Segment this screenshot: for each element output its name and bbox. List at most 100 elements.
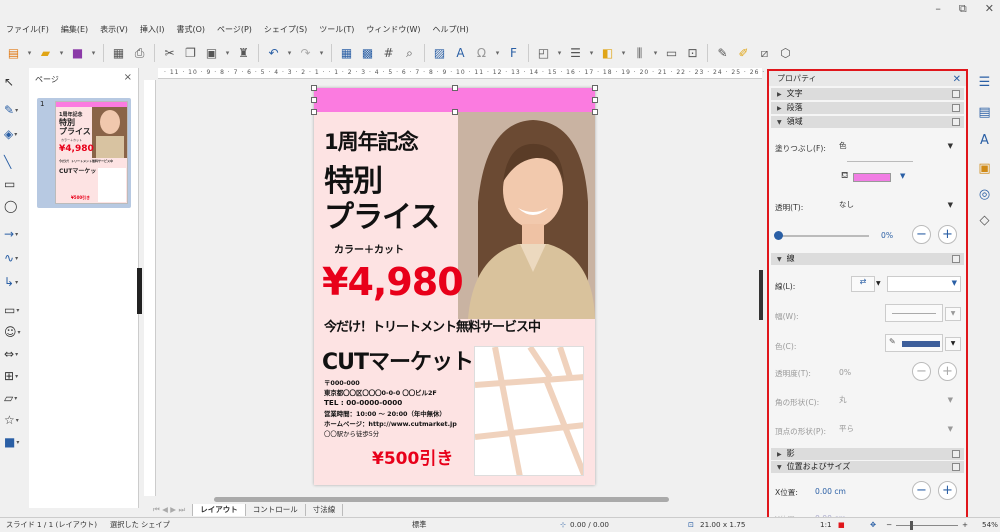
transformations-icon[interactable]: ◰ [534,44,553,63]
transparency-increase-button[interactable]: + [938,225,957,244]
callouts-icon[interactable]: ▱ ▾ [4,388,26,408]
status-ratio[interactable]: 1:1 [820,520,832,529]
fill-color-swatch[interactable] [853,173,891,182]
arrange-dropdown-icon[interactable]: ▾ [619,44,628,63]
sidebar-collapse-handle[interactable] [759,270,763,320]
new-dropdown-icon[interactable]: ▾ [25,44,34,63]
section-character[interactable]: ▶ 文字 [771,88,964,100]
line-transparency-value[interactable]: 0% [839,368,851,377]
menu-page[interactable]: ページ(P) [217,24,252,35]
special-char-dropdown-icon[interactable]: ▾ [493,44,502,63]
menu-format[interactable]: 書式(O) [176,24,205,35]
shadow-icon[interactable]: ▭ [662,44,681,63]
menu-edit[interactable]: 編集(E) [61,24,88,35]
open-dropdown-icon[interactable]: ▾ [57,44,66,63]
pages-panel-close-icon[interactable]: × [124,72,132,83]
undo-icon[interactable]: ↶ [264,44,283,63]
transparency-slider-thumb[interactable] [774,231,783,240]
gallery-tab-icon[interactable]: ▣ [975,159,994,178]
copy-icon[interactable]: ❐ [181,44,200,63]
block-arrows-icon[interactable]: ⇔ ▾ [4,344,26,364]
fill-color-dropdown-icon[interactable]: ▼ [900,172,905,180]
woman-photo[interactable] [458,112,595,319]
curve-tool-icon[interactable]: ∿ ▾ [4,248,26,268]
shapes-tab-icon[interactable]: ◇ [975,211,994,230]
arrow-style-dropdown-icon[interactable]: ▼ [876,280,881,287]
redo-icon[interactable]: ↷ [296,44,315,63]
distribute-dropdown-icon[interactable]: ▾ [651,44,660,63]
section-position-size[interactable]: ▼ 位置およびサイズ [771,461,964,473]
tab-controls[interactable]: コントロール [246,503,306,516]
zoom-slider-thumb[interactable] [910,521,913,530]
line-transparency-decrease-button[interactable]: − [912,362,931,381]
line-tool-icon[interactable]: ╲ [4,152,26,172]
line-width-dropdown-icon[interactable]: ▼ [945,307,961,321]
line-transparency-increase-button[interactable]: + [938,362,957,381]
horizontal-scrollbar[interactable] [214,497,669,502]
connector-tool-icon[interactable]: ↳ ▾ [4,272,26,292]
image-icon[interactable]: ▨ [430,44,449,63]
points-icon[interactable]: ✎ [713,44,732,63]
selection-handle-ml[interactable] [311,97,317,103]
3d-objects-icon[interactable]: ■ ▾ [4,432,26,452]
section-area[interactable]: ▼ 領域 [771,116,964,128]
sidebar-close-icon[interactable]: ✕ [953,72,961,87]
crop-icon[interactable]: ⊡ [683,44,702,63]
select-tool-icon[interactable]: ↖ [4,72,26,92]
selection-handle-tr[interactable] [592,85,598,91]
restore-button[interactable]: ⧉ [959,2,967,16]
zoom-in-icon[interactable]: + [962,520,968,529]
page-thumbnail[interactable]: 1周年記念 特別 プライス カラー＋カット ¥4,980 今だけ！トリートメント… [55,101,128,204]
cut-icon[interactable]: ✂ [160,44,179,63]
tab-dimension-lines[interactable]: 寸法線 [306,503,344,516]
more-options-icon[interactable] [952,255,960,263]
slide-info-tel[interactable]: TEL : 00-0000-0000 [324,398,402,407]
section-paragraph[interactable]: ▶ 段落 [771,102,964,114]
tab-layout[interactable]: レイアウト [193,503,246,516]
slide-price-text[interactable]: ¥4,980 [322,260,464,304]
navigator-tab-icon[interactable]: ◎ [975,185,994,204]
glue-points-icon[interactable]: ✐ [734,44,753,63]
section-line[interactable]: ▼ 線 [771,253,964,265]
slide-shop-name[interactable]: CUTマーケット [322,344,474,376]
properties-tab-icon[interactable]: ▤ [975,103,994,122]
selection-handle-bl[interactable] [311,109,317,115]
transform-dropdown-icon[interactable]: ▾ [555,44,564,63]
slide-page[interactable]: 1周年記念 特別 プライス カラー＋カット ¥4,980 今だけ！トリートメント… [314,88,595,485]
selection-handle-bc[interactable] [452,109,458,115]
helplines-icon[interactable]: ▩ [358,44,377,63]
slide-title-anniversary[interactable]: 1周年記念 [324,126,419,156]
basic-shapes-icon[interactable]: ▭ ▾ [4,300,26,320]
paste-dropdown-icon[interactable]: ▾ [223,44,232,63]
menu-insert[interactable]: 挿入(I) [140,24,165,35]
more-options-icon[interactable] [952,463,960,471]
fill-type-dropdown[interactable]: 色 ▼ [839,139,957,153]
section-shadow[interactable]: ▶ 影 [771,448,964,460]
menu-shape[interactable]: シェイプ(S) [264,24,307,35]
arrow-style-icon[interactable]: ⇄ [851,276,875,292]
slide-info-website[interactable]: ホームページ：http://www.cutmarket.jp [324,419,457,428]
rectangle-tool-icon[interactable]: ▭ [4,174,26,194]
status-zoom[interactable]: 54% [982,520,998,529]
slide-coupon-text[interactable]: ¥500引き [372,444,453,469]
selection-handle-tl[interactable] [311,85,317,91]
corner-style-dropdown[interactable]: 丸 ▼ [839,393,957,407]
arrange-icon[interactable]: ◧ [598,44,617,63]
grid-icon[interactable]: ▦ [337,44,356,63]
ellipse-tool-icon[interactable]: ◯ [4,196,26,216]
line-color-dropdown-icon[interactable]: ▼ [945,337,961,351]
snap-grid-icon[interactable]: # [379,44,398,63]
minimize-button[interactable]: – [935,2,941,16]
toggle-extrusion-icon[interactable]: ⧄ [755,44,774,63]
slide-info-access[interactable]: 〇〇駅から徒歩5分 [324,429,379,438]
menu-view[interactable]: 表示(V) [100,24,128,35]
align-dropdown-icon[interactable]: ▾ [587,44,596,63]
slide-service-text[interactable]: カラー＋カット [334,241,404,256]
menu-help[interactable]: ヘルプ(H) [433,24,469,35]
slide-info-address[interactable]: 東京都〇〇区〇〇〇0-0-0 〇〇ビル2F [324,388,437,397]
textbox-icon[interactable]: A [451,44,470,63]
more-options-icon[interactable] [952,118,960,126]
slide-treatment-text[interactable]: 今だけ！トリートメント無料サービス中 [324,316,541,335]
transparency-percent[interactable]: 0% [881,231,893,240]
line-style-dropdown[interactable]: ▼ [887,276,961,292]
